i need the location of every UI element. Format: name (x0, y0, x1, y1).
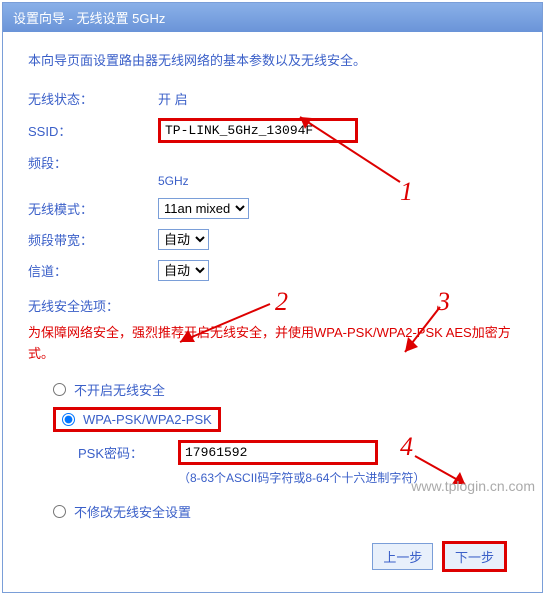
channel-select[interactable]: 自动 (158, 260, 209, 281)
ssid-label: SSID： (28, 121, 158, 140)
radio-none-label: 不开启无线安全 (74, 380, 165, 399)
watermark: www.tplogin.cn.com (411, 478, 535, 494)
radio-row-none: 不开启无线安全 (53, 380, 517, 399)
row-bandwidth: 频段带宽： 自动 (28, 229, 517, 250)
row-ssid: SSID： (28, 118, 517, 143)
channel-label: 信道： (28, 261, 158, 280)
radio-wpa-label: WPA-PSK/WPA2-PSK (83, 412, 212, 427)
security-warning: 为保障网络安全，强烈推荐开启无线安全，并使用WPA-PSK/WPA2-PSK A… (28, 323, 517, 365)
band-label: 频段： (28, 153, 158, 172)
radio-none[interactable] (53, 383, 66, 396)
window-title: 设置向导 - 无线设置 5GHz (13, 11, 165, 26)
bandwidth-label: 频段带宽： (28, 230, 158, 249)
row-mode: 无线模式： 11an mixed (28, 198, 517, 219)
radio-keep-label: 不修改无线安全设置 (74, 502, 191, 521)
settings-window: 设置向导 - 无线设置 5GHz 本向导页面设置路由器无线网络的基本参数以及无线… (2, 2, 543, 593)
radio-wpa[interactable] (62, 413, 75, 426)
radio-row-keep: 不修改无线安全设置 (53, 502, 517, 521)
row-band: 频段： (28, 153, 517, 172)
mode-label: 无线模式： (28, 199, 158, 218)
ssid-input[interactable] (158, 118, 358, 143)
wpa-highlight-box: WPA-PSK/WPA2-PSK (53, 407, 221, 432)
status-label: 无线状态： (28, 89, 158, 108)
button-bar: 上一步 下一步 (28, 541, 517, 572)
prev-button[interactable]: 上一步 (372, 543, 433, 570)
content-area: 本向导页面设置路由器无线网络的基本参数以及无线安全。 无线状态： 开 启 SSI… (3, 32, 542, 592)
row-psk: PSK密码： (78, 440, 517, 465)
next-button[interactable]: 下一步 (442, 541, 507, 572)
row-status: 无线状态： 开 启 (28, 89, 517, 108)
title-bar: 设置向导 - 无线设置 5GHz (3, 3, 542, 32)
radio-row-wpa: WPA-PSK/WPA2-PSK (53, 407, 517, 432)
status-value: 开 启 (158, 89, 188, 108)
radio-keep[interactable] (53, 505, 66, 518)
row-channel: 信道： 自动 (28, 260, 517, 281)
bandwidth-select[interactable]: 自动 (158, 229, 209, 250)
psk-input[interactable] (178, 440, 378, 465)
band-value: 5GHz (158, 174, 517, 188)
security-section-label: 无线安全选项： (28, 296, 517, 315)
intro-text: 本向导页面设置路由器无线网络的基本参数以及无线安全。 (28, 50, 517, 69)
mode-select[interactable]: 11an mixed (158, 198, 249, 219)
psk-label: PSK密码： (78, 443, 178, 462)
